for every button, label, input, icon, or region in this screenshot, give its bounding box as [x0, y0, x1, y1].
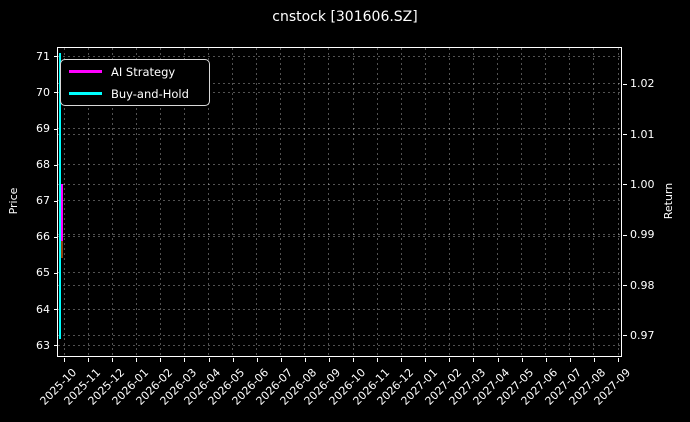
x-tick-mark	[473, 358, 474, 362]
legend-box: AI Strategy Buy-and-Hold	[60, 59, 210, 106]
price-tick-mark	[54, 237, 58, 238]
legend-label-buy-and-hold: Buy-and-Hold	[111, 87, 189, 101]
vertical-gridline	[377, 48, 378, 356]
x-tick-mark	[64, 358, 65, 362]
x-tick-mark	[88, 358, 89, 362]
x-tick-mark	[546, 358, 547, 362]
price-tick-mark	[54, 165, 58, 166]
x-tick-mark	[136, 358, 137, 362]
x-tick-mark	[160, 358, 161, 362]
chart-window: cnstock [301606.SZ] AI Strategy Buy-and-…	[0, 0, 690, 422]
x-tick-mark	[401, 358, 402, 362]
right-axis-title: Return	[662, 151, 676, 251]
x-tick-mark	[377, 358, 378, 362]
vertical-gridline	[545, 48, 546, 356]
horizontal-gridline-price	[58, 345, 621, 346]
return-tick-mark	[623, 184, 627, 185]
x-tick-mark	[618, 358, 619, 362]
price-tick-mark	[54, 92, 58, 93]
vertical-gridline	[473, 48, 474, 356]
return-tick-mark	[623, 335, 627, 336]
return-tick-mark	[623, 285, 627, 286]
vertical-gridline	[256, 48, 257, 356]
return-tick-mark	[623, 235, 627, 236]
vertical-gridline	[304, 48, 305, 356]
return-tick-mark	[623, 84, 627, 85]
price-tick-label: 63	[0, 339, 50, 353]
plot-area: AI Strategy Buy-and-Hold	[57, 47, 622, 357]
price-tick-mark	[54, 309, 58, 310]
x-tick-mark	[353, 358, 354, 362]
vertical-gridline	[521, 48, 522, 356]
horizontal-gridline-return	[58, 335, 621, 336]
vertical-gridline	[497, 48, 498, 356]
x-tick-mark	[257, 358, 258, 362]
return-tick-mark	[623, 134, 627, 135]
x-tick-mark	[184, 358, 185, 362]
vertical-gridline	[401, 48, 402, 356]
return-tick-label: 0.98	[630, 279, 655, 293]
vertical-gridline	[569, 48, 570, 356]
horizontal-gridline-price	[58, 164, 621, 165]
horizontal-gridline-price	[58, 128, 621, 129]
horizontal-gridline-price	[58, 309, 621, 310]
horizontal-gridline-price	[58, 272, 621, 273]
x-tick-mark	[570, 358, 571, 362]
vertical-gridline	[593, 48, 594, 356]
vertical-gridline	[425, 48, 426, 356]
x-tick-mark	[449, 358, 450, 362]
x-tick-mark	[329, 358, 330, 362]
price-tick-mark	[54, 129, 58, 130]
vertical-gridline	[280, 48, 281, 356]
ai-strategy-line-sample-icon	[69, 70, 102, 73]
price-tick-label: 66	[0, 230, 50, 244]
legend-label-ai-strategy: AI Strategy	[111, 65, 175, 79]
price-tick-label: 68	[0, 158, 50, 172]
x-tick-mark	[281, 358, 282, 362]
return-tick-label: 1.02	[630, 77, 655, 91]
horizontal-gridline-return	[58, 285, 621, 286]
price-tick-label: 71	[0, 50, 50, 64]
vertical-gridline	[328, 48, 329, 356]
x-tick-mark	[305, 358, 306, 362]
chart-title: cnstock [301606.SZ]	[0, 9, 690, 25]
x-tick-mark	[209, 358, 210, 362]
x-tick-mark	[112, 358, 113, 362]
x-tick-mark	[522, 358, 523, 362]
horizontal-gridline-return	[58, 134, 621, 135]
x-tick-mark	[425, 358, 426, 362]
price-tick-label: 69	[0, 122, 50, 136]
return-tick-label: 0.99	[630, 228, 655, 242]
price-tick-label: 64	[0, 303, 50, 317]
vertical-gridline	[232, 48, 233, 356]
price-tick-mark	[54, 345, 58, 346]
return-tick-label: 1.01	[630, 128, 655, 142]
horizontal-gridline-price	[58, 236, 621, 237]
vertical-gridline	[353, 48, 354, 356]
vertical-gridline	[449, 48, 450, 356]
series-line-unlabeled-dark-red-segment	[61, 241, 63, 258]
legend-entry-buy-and-hold: Buy-and-Hold	[69, 86, 201, 102]
buy-and-hold-line-sample-icon	[69, 92, 102, 95]
x-tick-mark	[498, 358, 499, 362]
return-tick-label: 0.97	[630, 329, 655, 343]
horizontal-gridline-price	[58, 56, 621, 57]
price-tick-mark	[54, 273, 58, 274]
price-tick-mark	[54, 56, 58, 57]
horizontal-gridline-return	[58, 234, 621, 235]
return-tick-label: 1.00	[630, 178, 655, 192]
legend-entry-ai-strategy: AI Strategy	[69, 64, 201, 80]
price-tick-label: 70	[0, 86, 50, 100]
price-tick-mark	[54, 201, 58, 202]
x-tick-mark	[233, 358, 234, 362]
price-tick-label: 67	[0, 194, 50, 208]
horizontal-gridline-price	[58, 200, 621, 201]
series-line-ai-strategy	[61, 184, 63, 240]
horizontal-gridline-return	[58, 184, 621, 185]
price-tick-label: 65	[0, 266, 50, 280]
vertical-gridline	[618, 48, 619, 356]
x-tick-mark	[594, 358, 595, 362]
